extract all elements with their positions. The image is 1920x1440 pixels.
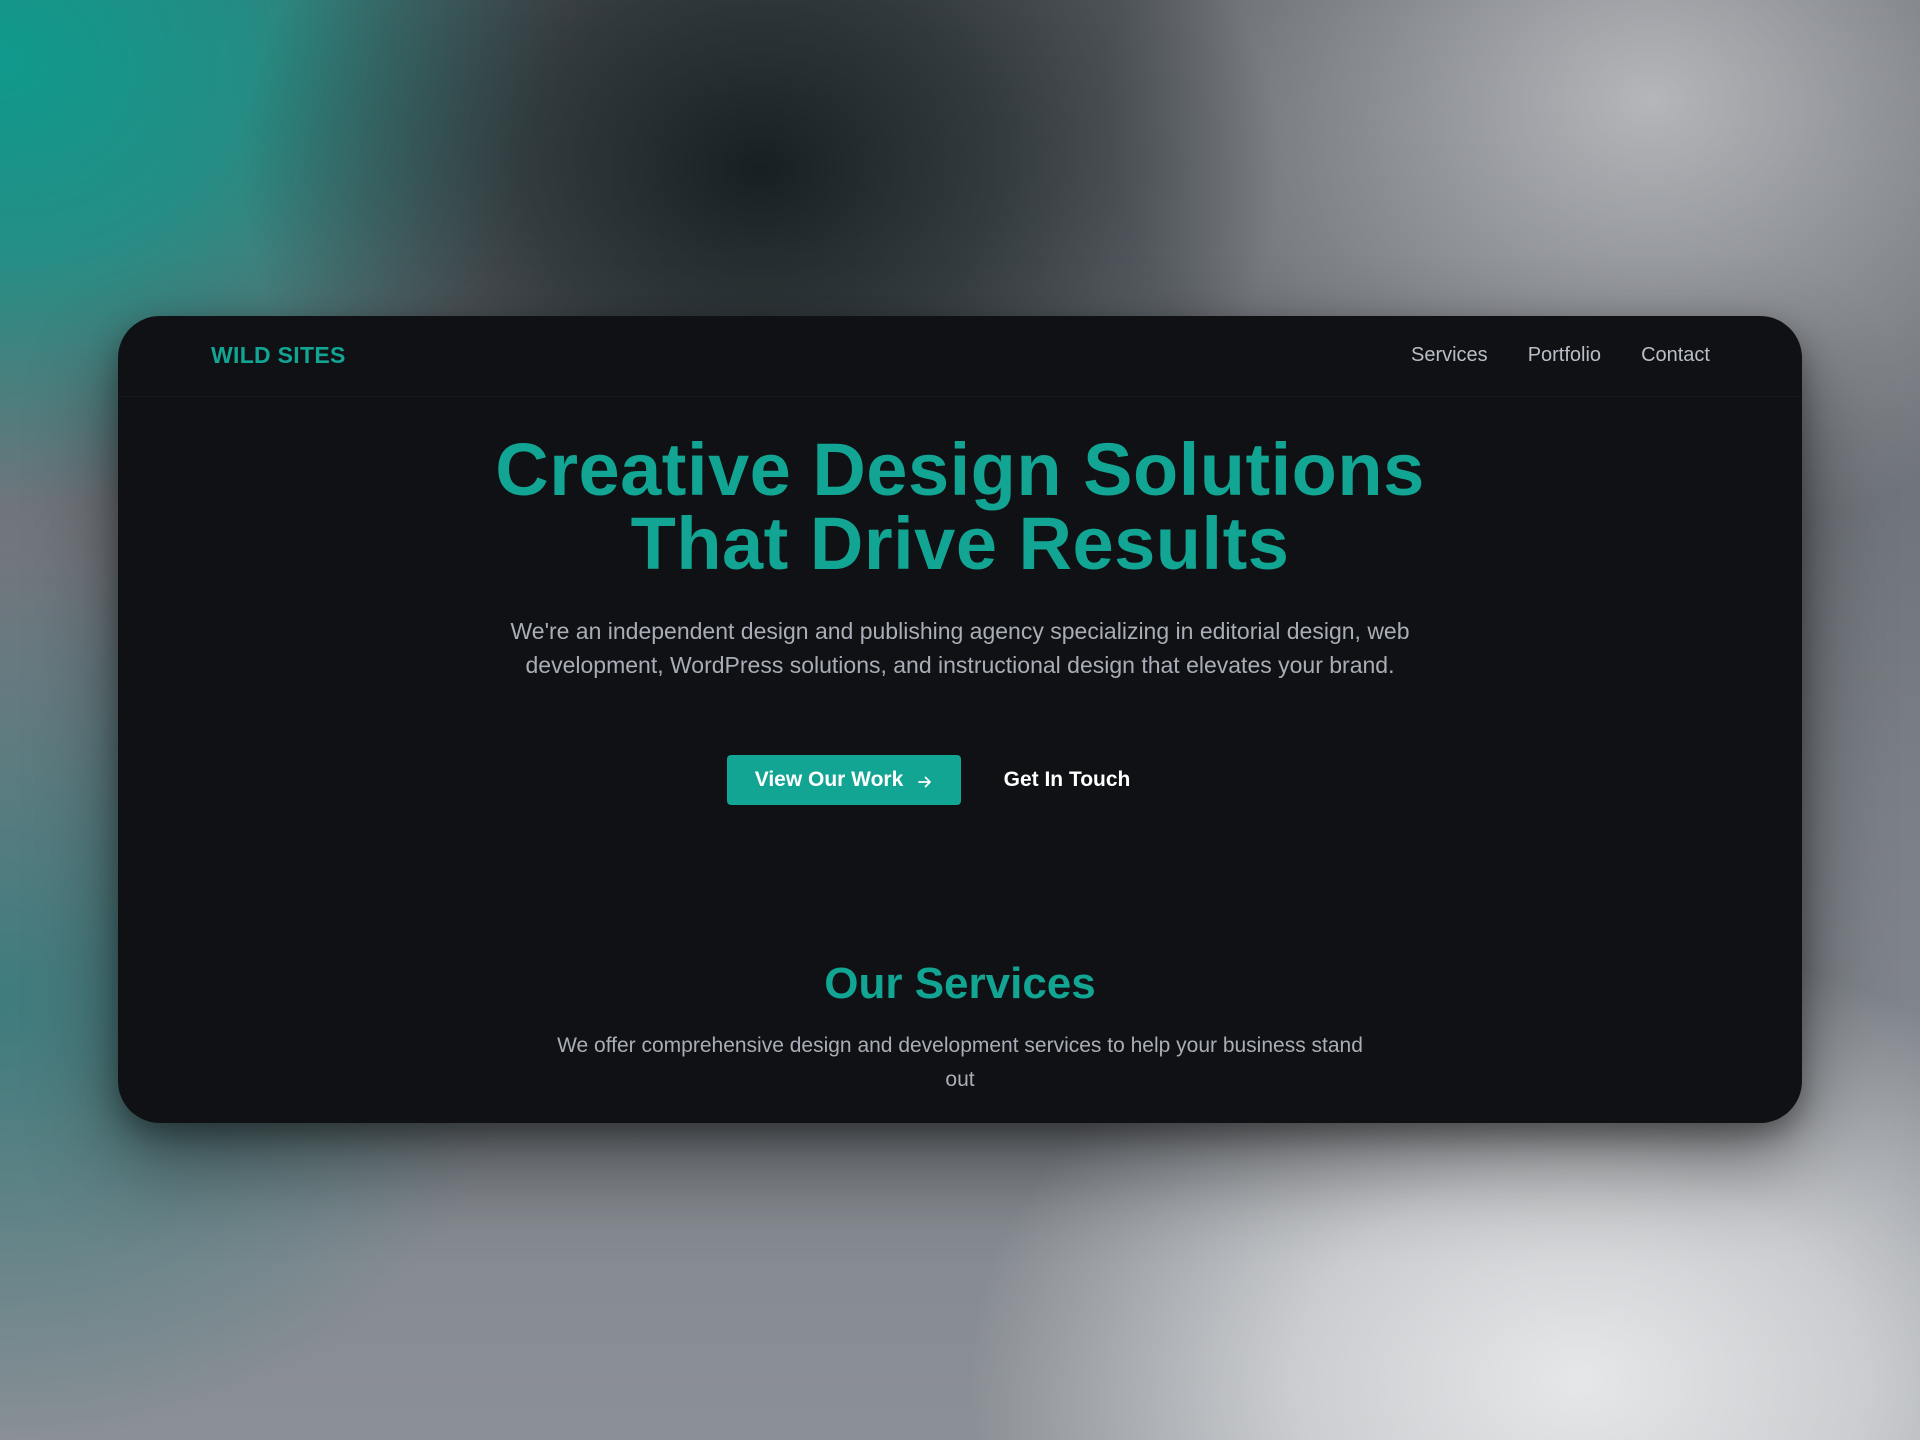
hero-buttons: View Our Work Get In Touch <box>118 755 1802 807</box>
hero-title-line-2: That Drive Results <box>630 502 1290 585</box>
services-description: We offer comprehensive design and develo… <box>557 1034 1363 1091</box>
hero-description: We're an independent design and publishi… <box>510 618 1410 678</box>
nav-link-portfolio[interactable]: Portfolio <box>1528 344 1601 367</box>
hero-title-line-1: Creative Design Solutions <box>495 428 1425 511</box>
view-our-work-button[interactable]: View Our Work <box>727 755 961 805</box>
logo[interactable]: WILD SITES <box>211 342 346 369</box>
view-our-work-label: View Our Work <box>754 768 904 791</box>
website-preview-frame: WILD SITES Services Portfolio Contact Cr… <box>118 316 1802 1123</box>
hero-title: Creative Design Solutions That Drive Res… <box>410 433 1510 581</box>
services-section: Our Services We offer comprehensive desi… <box>118 959 1802 1097</box>
nav-links: Services Portfolio Contact <box>1411 344 1710 367</box>
nav-link-services[interactable]: Services <box>1411 344 1488 367</box>
arrow-right-icon <box>917 772 933 788</box>
nav-link-contact[interactable]: Contact <box>1641 344 1710 367</box>
get-in-touch-button[interactable]: Get In Touch <box>987 755 1147 805</box>
top-navbar: WILD SITES Services Portfolio Contact <box>118 316 1802 397</box>
services-title: Our Services <box>824 959 1096 1008</box>
get-in-touch-label: Get In Touch <box>1003 768 1131 791</box>
hero-section: Creative Design Solutions That Drive Res… <box>118 433 1802 682</box>
